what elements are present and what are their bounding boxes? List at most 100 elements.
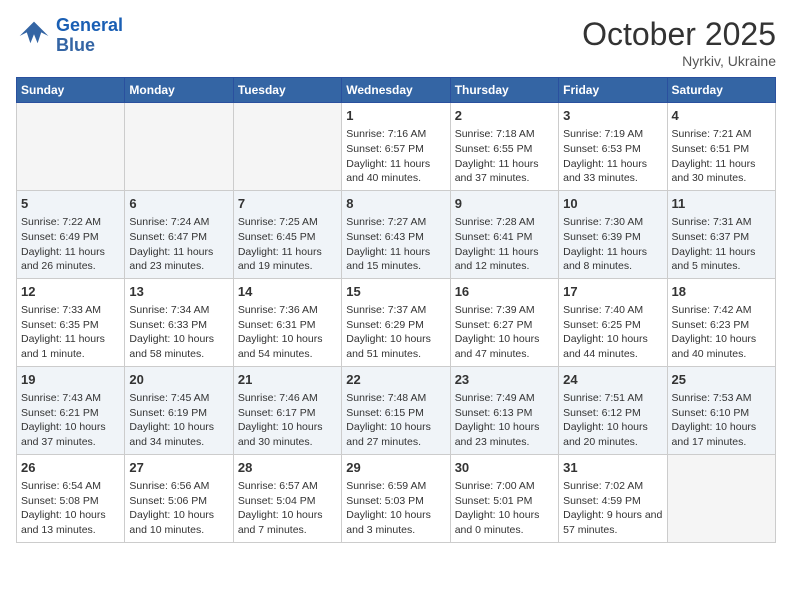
day-info: Sunrise: 7:43 AM Sunset: 6:21 PM Dayligh…: [21, 391, 120, 450]
calendar-row-2: 12 Sunrise: 7:33 AM Sunset: 6:35 PM Dayli…: [17, 278, 776, 366]
day-info: Sunrise: 7:02 AM Sunset: 4:59 PM Dayligh…: [563, 479, 662, 538]
day-number: 24: [563, 371, 662, 389]
calendar-cell: 30Sunrise: 7:00 AM Sunset: 5:01 PM Dayli…: [450, 454, 558, 542]
calendar-cell: 18 Sunrise: 7:42 AM Sunset: 6:23 PM Dayli…: [667, 278, 775, 366]
day-info: Sunrise: 7:33 AM Sunset: 6:35 PM Dayligh…: [21, 303, 120, 362]
day-info: Sunrise: 7:31 AM Sunset: 6:37 PM Dayligh…: [672, 215, 771, 274]
calendar-cell: 15 Sunrise: 7:37 AM Sunset: 6:29 PM Dayli…: [342, 278, 450, 366]
calendar-cell: 3 Sunrise: 7:19 AM Sunset: 6:53 PM Daylig…: [559, 103, 667, 191]
weekday-header-saturday: Saturday: [667, 78, 775, 103]
calendar-cell: 5 Sunrise: 7:22 AM Sunset: 6:49 PM Daylig…: [17, 190, 125, 278]
day-number: 27: [129, 459, 228, 477]
day-info: Sunrise: 6:59 AM Sunset: 5:03 PM Dayligh…: [346, 479, 445, 538]
calendar-cell: 29 Sunrise: 6:59 AM Sunset: 5:03 PM Dayli…: [342, 454, 450, 542]
calendar-cell: 9Sunrise: 7:28 AM Sunset: 6:41 PM Daylig…: [450, 190, 558, 278]
weekday-header-thursday: Thursday: [450, 78, 558, 103]
day-number: 23: [455, 371, 554, 389]
day-number: 31: [563, 459, 662, 477]
day-number: 22: [346, 371, 445, 389]
calendar-cell: 27Sunrise: 6:56 AM Sunset: 5:06 PM Dayli…: [125, 454, 233, 542]
day-info: Sunrise: 7:42 AM Sunset: 6:23 PM Dayligh…: [672, 303, 771, 362]
day-info: Sunrise: 7:45 AM Sunset: 6:19 PM Dayligh…: [129, 391, 228, 450]
day-number: 16: [455, 283, 554, 301]
day-number: 19: [21, 371, 120, 389]
calendar-cell: 17Sunrise: 7:40 AM Sunset: 6:25 PM Dayli…: [559, 278, 667, 366]
calendar-cell: 16 Sunrise: 7:39 AM Sunset: 6:27 PM Dayli…: [450, 278, 558, 366]
day-number: 21: [238, 371, 337, 389]
day-number: 26: [21, 459, 120, 477]
day-number: 3: [563, 107, 662, 125]
day-info: Sunrise: 7:25 AM Sunset: 6:45 PM Dayligh…: [238, 215, 337, 274]
location-subtitle: Nyrkiv, Ukraine: [582, 53, 776, 69]
day-info: Sunrise: 7:37 AM Sunset: 6:29 PM Dayligh…: [346, 303, 445, 362]
calendar-cell: 11 Sunrise: 7:31 AM Sunset: 6:37 PM Dayli…: [667, 190, 775, 278]
calendar-cell: 31 Sunrise: 7:02 AM Sunset: 4:59 PM Dayli…: [559, 454, 667, 542]
day-number: 5: [21, 195, 120, 213]
day-number: 4: [672, 107, 771, 125]
day-number: 13: [129, 283, 228, 301]
calendar-row-1: 5 Sunrise: 7:22 AM Sunset: 6:49 PM Daylig…: [17, 190, 776, 278]
calendar-cell: 19 Sunrise: 7:43 AM Sunset: 6:21 PM Dayli…: [17, 366, 125, 454]
day-number: 15: [346, 283, 445, 301]
day-info: Sunrise: 7:28 AM Sunset: 6:41 PM Dayligh…: [455, 215, 554, 274]
calendar-cell: 10 Sunrise: 7:30 AM Sunset: 6:39 PM Dayli…: [559, 190, 667, 278]
day-number: 29: [346, 459, 445, 477]
calendar-table: SundayMondayTuesdayWednesdayThursdayFrid…: [16, 77, 776, 543]
weekday-header-friday: Friday: [559, 78, 667, 103]
calendar-cell: [667, 454, 775, 542]
day-number: 10: [563, 195, 662, 213]
calendar-cell: 25Sunrise: 7:53 AM Sunset: 6:10 PM Dayli…: [667, 366, 775, 454]
day-info: Sunrise: 7:19 AM Sunset: 6:53 PM Dayligh…: [563, 127, 662, 186]
logo: General Blue: [16, 16, 123, 56]
day-number: 25: [672, 371, 771, 389]
calendar-row-0: 1Sunrise: 7:16 AM Sunset: 6:57 PM Daylig…: [17, 103, 776, 191]
day-number: 2: [455, 107, 554, 125]
calendar-cell: 20 Sunrise: 7:45 AM Sunset: 6:19 PM Dayli…: [125, 366, 233, 454]
day-info: Sunrise: 7:46 AM Sunset: 6:17 PM Dayligh…: [238, 391, 337, 450]
calendar-cell: 24 Sunrise: 7:51 AM Sunset: 6:12 PM Dayli…: [559, 366, 667, 454]
calendar-cell: 28 Sunrise: 6:57 AM Sunset: 5:04 PM Dayli…: [233, 454, 341, 542]
day-number: 8: [346, 195, 445, 213]
weekday-header-monday: Monday: [125, 78, 233, 103]
day-number: 20: [129, 371, 228, 389]
day-info: Sunrise: 7:34 AM Sunset: 6:33 PM Dayligh…: [129, 303, 228, 362]
calendar-cell: 26 Sunrise: 6:54 AM Sunset: 5:08 PM Dayli…: [17, 454, 125, 542]
calendar-cell: 21 Sunrise: 7:46 AM Sunset: 6:17 PM Dayli…: [233, 366, 341, 454]
day-number: 12: [21, 283, 120, 301]
day-info: Sunrise: 7:30 AM Sunset: 6:39 PM Dayligh…: [563, 215, 662, 274]
calendar-row-3: 19 Sunrise: 7:43 AM Sunset: 6:21 PM Dayli…: [17, 366, 776, 454]
day-info: Sunrise: 7:16 AM Sunset: 6:57 PM Dayligh…: [346, 127, 445, 186]
calendar-cell: 22Sunrise: 7:48 AM Sunset: 6:15 PM Dayli…: [342, 366, 450, 454]
day-number: 7: [238, 195, 337, 213]
weekday-header-row: SundayMondayTuesdayWednesdayThursdayFrid…: [17, 78, 776, 103]
day-number: 11: [672, 195, 771, 213]
calendar-row-4: 26 Sunrise: 6:54 AM Sunset: 5:08 PM Dayli…: [17, 454, 776, 542]
day-info: Sunrise: 7:21 AM Sunset: 6:51 PM Dayligh…: [672, 127, 771, 186]
logo-text: General Blue: [56, 16, 123, 56]
day-number: 28: [238, 459, 337, 477]
day-number: 18: [672, 283, 771, 301]
logo-general: General: [56, 15, 123, 35]
day-number: 6: [129, 195, 228, 213]
logo-icon: [16, 18, 52, 54]
weekday-header-wednesday: Wednesday: [342, 78, 450, 103]
calendar-cell: [125, 103, 233, 191]
weekday-header-tuesday: Tuesday: [233, 78, 341, 103]
day-info: Sunrise: 7:22 AM Sunset: 6:49 PM Dayligh…: [21, 215, 120, 274]
day-number: 14: [238, 283, 337, 301]
day-info: Sunrise: 7:27 AM Sunset: 6:43 PM Dayligh…: [346, 215, 445, 274]
calendar-cell: 23Sunrise: 7:49 AM Sunset: 6:13 PM Dayli…: [450, 366, 558, 454]
day-info: Sunrise: 7:39 AM Sunset: 6:27 PM Dayligh…: [455, 303, 554, 362]
calendar-cell: 1Sunrise: 7:16 AM Sunset: 6:57 PM Daylig…: [342, 103, 450, 191]
calendar-cell: 14 Sunrise: 7:36 AM Sunset: 6:31 PM Dayli…: [233, 278, 341, 366]
day-info: Sunrise: 7:51 AM Sunset: 6:12 PM Dayligh…: [563, 391, 662, 450]
calendar-cell: 2Sunrise: 7:18 AM Sunset: 6:55 PM Daylig…: [450, 103, 558, 191]
day-info: Sunrise: 6:54 AM Sunset: 5:08 PM Dayligh…: [21, 479, 120, 538]
day-info: Sunrise: 7:36 AM Sunset: 6:31 PM Dayligh…: [238, 303, 337, 362]
calendar-cell: 7 Sunrise: 7:25 AM Sunset: 6:45 PM Daylig…: [233, 190, 341, 278]
page-header: General Blue October 2025 Nyrkiv, Ukrain…: [16, 16, 776, 69]
day-info: Sunrise: 6:57 AM Sunset: 5:04 PM Dayligh…: [238, 479, 337, 538]
weekday-header-sunday: Sunday: [17, 78, 125, 103]
day-info: Sunrise: 7:24 AM Sunset: 6:47 PM Dayligh…: [129, 215, 228, 274]
calendar-cell: 12 Sunrise: 7:33 AM Sunset: 6:35 PM Dayli…: [17, 278, 125, 366]
